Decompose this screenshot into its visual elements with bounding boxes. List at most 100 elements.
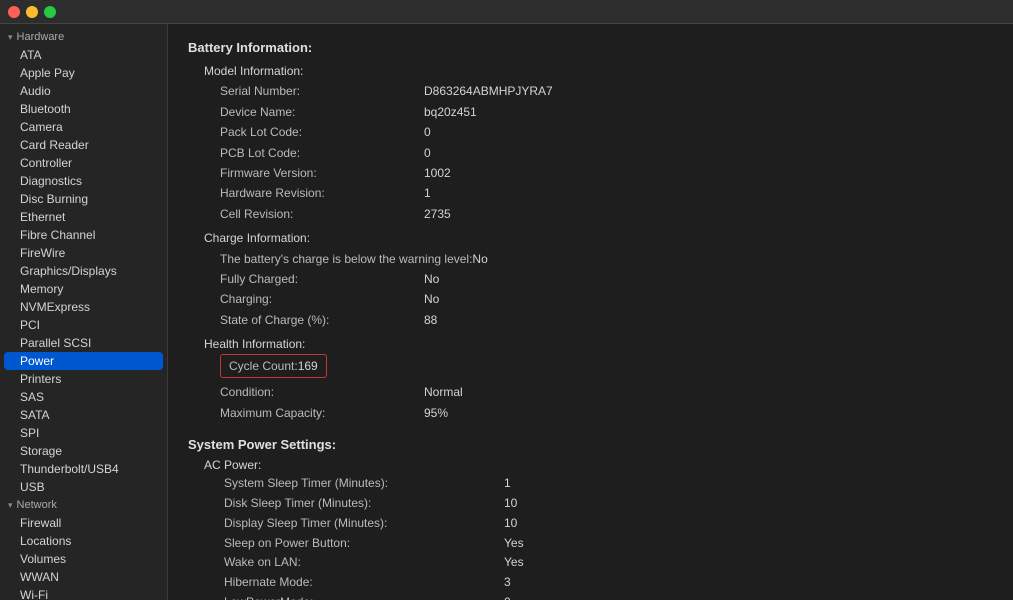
health-info-table: Health Information:Cycle Count:169Condit… [204, 334, 993, 423]
row-label: System Sleep Timer (Minutes): [224, 474, 504, 494]
info-row: System Sleep Timer (Minutes):1 [224, 474, 993, 494]
sidebar-item-ata[interactable]: ATA [0, 46, 167, 64]
row-label: Maximum Capacity: [204, 403, 424, 423]
sidebar-section-network[interactable]: ▾Network [0, 496, 167, 514]
row-label: Condition: [204, 382, 424, 402]
arrow-icon: ▾ [8, 32, 13, 43]
title-bar [0, 0, 1013, 24]
ac-power-section: AC Power:System Sleep Timer (Minutes):1D… [204, 458, 993, 600]
info-row: Cell Revision:2735 [204, 204, 993, 224]
row-label: Device Name: [204, 102, 424, 122]
sidebar-item-thunderbolt-usb4[interactable]: Thunderbolt/USB4 [0, 460, 167, 478]
sidebar-item-memory[interactable]: Memory [0, 280, 167, 298]
row-value: 88 [424, 310, 437, 330]
sidebar-item-audio[interactable]: Audio [0, 82, 167, 100]
sidebar-item-volumes[interactable]: Volumes [0, 550, 167, 568]
sidebar-item-fibre-channel[interactable]: Fibre Channel [0, 226, 167, 244]
info-row: Fully Charged:No [204, 269, 993, 289]
row-value: Yes [504, 553, 524, 573]
sidebar-item-firewire[interactable]: FireWire [0, 244, 167, 262]
row-value: Yes [504, 534, 524, 554]
row-value: 0 [504, 593, 511, 600]
info-row: Device Name:bq20z451 [204, 102, 993, 122]
row-label: Disk Sleep Timer (Minutes): [224, 494, 504, 514]
row-label: Hibernate Mode: [224, 573, 504, 593]
row-value: No [472, 249, 487, 269]
row-label: State of Charge (%): [204, 310, 424, 330]
row-value: No [424, 269, 439, 289]
row-value: D863264ABMHPJYRA7 [424, 81, 553, 101]
model-label: Model Information: [204, 61, 424, 81]
sidebar-item-firewall[interactable]: Firewall [0, 514, 167, 532]
sidebar-item-diagnostics[interactable]: Diagnostics [0, 172, 167, 190]
sidebar-item-card-reader[interactable]: Card Reader [0, 136, 167, 154]
row-value: 10 [504, 514, 517, 534]
sidebar-item-power[interactable]: Power [4, 352, 163, 370]
cycle-count-highlight: Cycle Count:169 [220, 354, 327, 378]
battery-info-title: Battery Information: [188, 40, 993, 55]
traffic-lights [8, 6, 56, 18]
row-value: No [424, 289, 439, 309]
row-value: bq20z451 [424, 102, 477, 122]
row-value: 95% [424, 403, 448, 423]
info-row: Firmware Version:1002 [204, 163, 993, 183]
sidebar-item-disc-burning[interactable]: Disc Burning [0, 190, 167, 208]
row-value: 0 [424, 143, 431, 163]
sidebar-item-ethernet[interactable]: Ethernet [0, 208, 167, 226]
sidebar-item-parallel-scsi[interactable]: Parallel SCSI [0, 334, 167, 352]
info-row: Sleep on Power Button:Yes [224, 534, 993, 554]
sidebar-item-storage[interactable]: Storage [0, 442, 167, 460]
charge-info-table: Charge Information:The battery's charge … [204, 228, 993, 330]
sidebar-section-hardware[interactable]: ▾Hardware [0, 28, 167, 46]
sidebar-item-locations[interactable]: Locations [0, 532, 167, 550]
sidebar-item-wwan[interactable]: WWAN [0, 568, 167, 586]
row-label: Cycle Count: [229, 359, 298, 373]
info-row: Pack Lot Code:0 [204, 122, 993, 142]
row-value: 169 [298, 359, 318, 373]
sidebar-item-camera[interactable]: Camera [0, 118, 167, 136]
info-row: PCB Lot Code:0 [204, 143, 993, 163]
close-button[interactable] [8, 6, 20, 18]
health-info-label: Health Information: [204, 334, 993, 354]
content-area: Battery Information: Model Information:Se… [168, 24, 1013, 600]
row-label: LowPowerMode: [224, 593, 504, 600]
info-row: Maximum Capacity:95% [204, 403, 993, 423]
info-row: Display Sleep Timer (Minutes):10 [224, 514, 993, 534]
row-value: 10 [504, 494, 517, 514]
ac-power-table: System Sleep Timer (Minutes):1Disk Sleep… [224, 474, 993, 600]
row-label: Charging: [204, 289, 424, 309]
minimize-button[interactable] [26, 6, 38, 18]
health-label: Health Information: [204, 334, 424, 354]
info-row: State of Charge (%):88 [204, 310, 993, 330]
sidebar-item-sata[interactable]: SATA [0, 406, 167, 424]
info-row: Charging:No [204, 289, 993, 309]
sidebar-item-controller[interactable]: Controller [0, 154, 167, 172]
row-label: Fully Charged: [204, 269, 424, 289]
info-row: Disk Sleep Timer (Minutes):10 [224, 494, 993, 514]
info-row: The battery's charge is below the warnin… [204, 249, 993, 269]
sidebar: ▾HardwareATAApple PayAudioBluetoothCamer… [0, 24, 168, 600]
sidebar-item-apple-pay[interactable]: Apple Pay [0, 64, 167, 82]
row-label: Pack Lot Code: [204, 122, 424, 142]
row-value: 1002 [424, 163, 451, 183]
row-label: Cell Revision: [204, 204, 424, 224]
row-label: Display Sleep Timer (Minutes): [224, 514, 504, 534]
row-label: Firmware Version: [204, 163, 424, 183]
sidebar-item-printers[interactable]: Printers [0, 370, 167, 388]
sidebar-item-nvmexpress[interactable]: NVMExpress [0, 298, 167, 316]
sidebar-item-usb[interactable]: USB [0, 478, 167, 496]
arrow-icon: ▾ [8, 500, 13, 511]
info-row: LowPowerMode:0 [224, 593, 993, 600]
ac-power-label: AC Power: [204, 458, 993, 472]
info-row: Hardware Revision:1 [204, 183, 993, 203]
sidebar-item-pci[interactable]: PCI [0, 316, 167, 334]
sidebar-item-bluetooth[interactable]: Bluetooth [0, 100, 167, 118]
sidebar-item-spi[interactable]: SPI [0, 424, 167, 442]
maximize-button[interactable] [44, 6, 56, 18]
info-row: Hibernate Mode:3 [224, 573, 993, 593]
row-label: Serial Number: [204, 81, 424, 101]
info-row: Condition:Normal [204, 382, 993, 402]
sidebar-item-wi-fi[interactable]: Wi-Fi [0, 586, 167, 600]
sidebar-item-sas[interactable]: SAS [0, 388, 167, 406]
sidebar-item-graphics-displays[interactable]: Graphics/Displays [0, 262, 167, 280]
